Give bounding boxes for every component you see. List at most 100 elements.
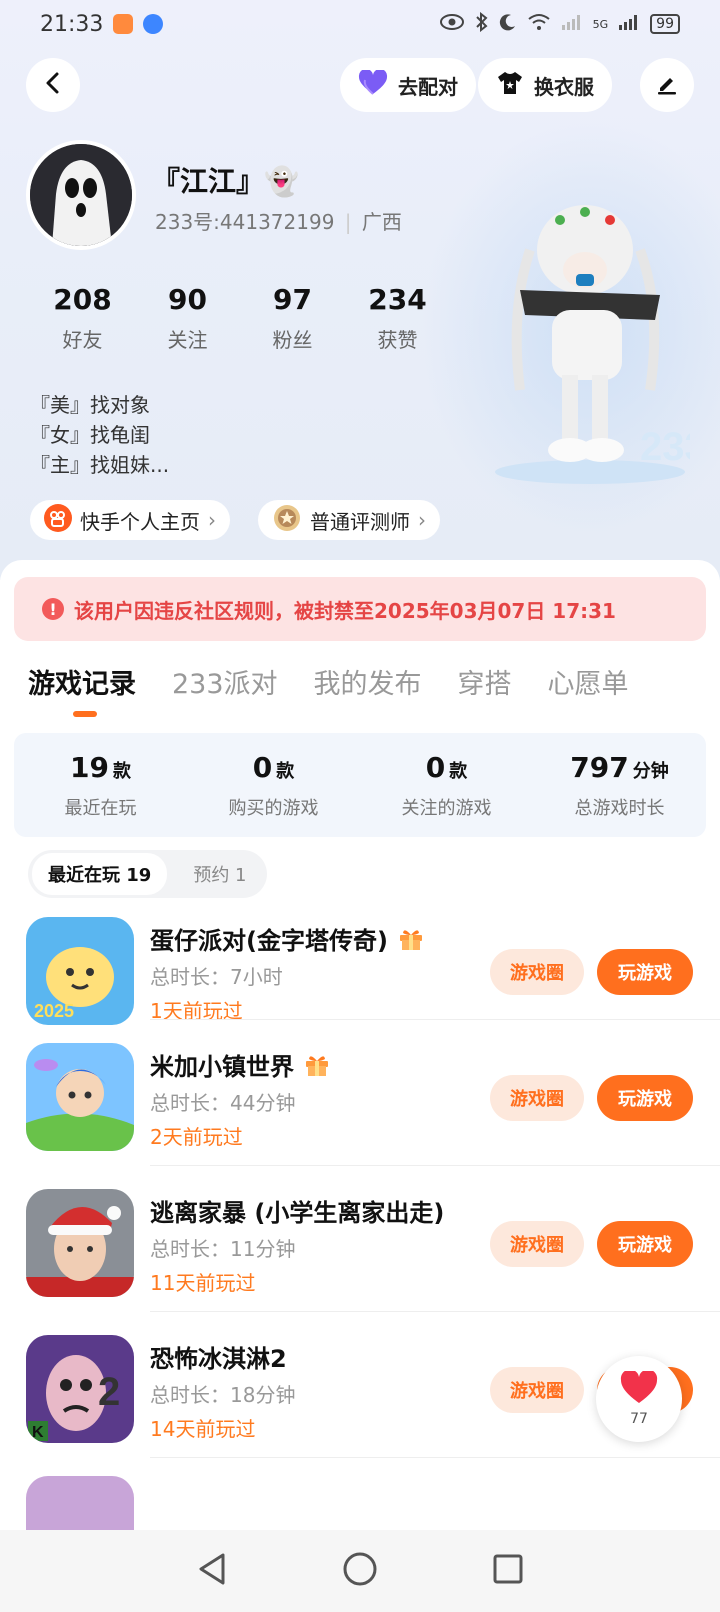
summary-value: 0 [252, 750, 273, 784]
stat-fans[interactable]: 97 粉丝 [240, 283, 345, 353]
status-bar: 21:33 5G 99 [0, 0, 720, 48]
game-summary: 19 款 最近在玩 0款 购买的游戏 0款 关注的游戏 797 分钟 总游戏时长 [14, 733, 706, 837]
change-outfit-label: 换衣服 [534, 74, 594, 99]
summary-followed[interactable]: 0款 关注的游戏 [360, 751, 533, 820]
nav-back-icon[interactable] [197, 1552, 227, 1590]
avatar[interactable] [26, 140, 136, 250]
active-tab-indicator [73, 711, 97, 717]
svg-text:233: 233 [640, 425, 690, 469]
game-circle-button[interactable]: 游戏圈 [490, 949, 584, 995]
kuaishou-profile-link[interactable]: 快手个人主页 › [30, 500, 230, 540]
summary-value: 0 [425, 750, 446, 784]
nav-home-icon[interactable] [343, 1552, 377, 1590]
reviewer-badge-link[interactable]: 普通评测师 › [258, 500, 440, 540]
stat-label: 关注 [167, 328, 208, 352]
signal-icon [561, 13, 583, 36]
tab-outfits[interactable]: 穿搭 [458, 662, 512, 701]
change-outfit-button[interactable]: 换衣服 [478, 58, 612, 112]
network-type: 5G [592, 17, 609, 31]
stat-following[interactable]: 90 关注 [135, 283, 240, 353]
list-item[interactable]: 逃离家暴 (小学生离家出走) 总时长：11分钟 11天前玩过 游戏圈 玩游戏 [0, 1165, 720, 1315]
notification-app-icon [143, 14, 164, 34]
game-title-row: 逃离家暴 (小学生离家出走) [150, 1193, 444, 1228]
tab-wishlist[interactable]: 心愿单 [548, 662, 629, 701]
uid-region-line: 233号:441372199 | 广西 [155, 206, 402, 235]
game-circle-button[interactable]: 游戏圈 [490, 1367, 584, 1413]
avatar-character[interactable]: 233 [490, 190, 707, 490]
game-duration: 总时长：44分钟 [150, 1091, 296, 1115]
alert-icon: ! [42, 598, 64, 620]
play-game-button[interactable]: 玩游戏 [597, 1221, 693, 1267]
signal-icon [618, 13, 640, 36]
profile-stats: 208 好友 90 关注 97 粉丝 234 获赞 [30, 283, 450, 353]
notification-app-icon [113, 14, 134, 34]
kuaishou-link-label: 快手个人主页 [80, 509, 200, 534]
stat-friends[interactable]: 208 好友 [30, 283, 135, 353]
summary-unit: 款 [276, 760, 295, 782]
game-last-played: 11天前玩过 [150, 1271, 256, 1295]
reviewer-medal-icon [272, 503, 302, 538]
filter-reserved[interactable]: 预约 1 [177, 853, 262, 895]
game-title-row: 蛋仔派对(金字塔传奇) [150, 921, 424, 956]
game-filter: 最近在玩 19 预约 1 [28, 850, 267, 898]
game-icon [26, 1043, 134, 1151]
battery-indicator: 99 [650, 14, 680, 34]
nav-recents-icon[interactable] [493, 1554, 523, 1588]
game-last-played: 14天前玩过 [150, 1417, 256, 1441]
summary-purchased[interactable]: 0款 购买的游戏 [187, 751, 360, 820]
filter-recent[interactable]: 最近在玩 19 [32, 853, 168, 895]
ban-notice: ! 该用户因违反社区规则，被封禁至2025年03月07日 17:31 [14, 577, 706, 641]
summary-playtime[interactable]: 797 分钟 总游戏时长 [533, 751, 706, 820]
stat-value: 97 [273, 283, 312, 316]
clock: 21:33 [40, 11, 104, 37]
play-game-button[interactable]: 玩游戏 [597, 1075, 693, 1121]
tab-233-party[interactable]: 233派对 [172, 662, 278, 701]
summary-unit: 款 [112, 760, 131, 782]
gift-icon [304, 1053, 330, 1077]
game-icon [26, 1476, 134, 1530]
game-title: 恐怖冰淇淋2 [150, 1345, 287, 1373]
bio-line: 『女』找龟闺 [30, 423, 150, 447]
summary-recent[interactable]: 19 款 最近在玩 [14, 751, 187, 820]
stat-label: 获赞 [377, 328, 418, 352]
edit-profile-button[interactable] [640, 58, 694, 112]
kuaishou-icon [44, 503, 72, 537]
reviewer-badge-label: 普通评测师 [310, 509, 410, 534]
tab-my-posts[interactable]: 我的发布 [314, 662, 422, 701]
stat-likes[interactable]: 234 获赞 [345, 283, 450, 353]
wifi-icon [527, 13, 551, 36]
game-duration: 总时长：18分钟 [150, 1383, 296, 1407]
svg-text:K: K [32, 1424, 44, 1441]
ban-notice-text: 该用户因违反社区规则，被封禁至2025年03月07日 17:31 [74, 598, 616, 623]
game-duration: 总时长：11分钟 [150, 1237, 296, 1261]
stat-value: 208 [53, 283, 112, 316]
match-button[interactable]: 去配对 [340, 58, 476, 112]
divider: | [344, 210, 352, 234]
back-button[interactable] [26, 58, 80, 112]
game-circle-button[interactable]: 游戏圈 [490, 1221, 584, 1267]
svg-text:2025: 2025 [34, 1001, 74, 1021]
summary-label: 关注的游戏 [401, 797, 492, 819]
ghost-avatar-icon [30, 144, 132, 246]
eye-icon [439, 13, 465, 36]
heart-icon [358, 68, 388, 101]
list-item[interactable]: 米加小镇世界 总时长：44分钟 2天前玩过 游戏圈 玩游戏 [0, 1019, 720, 1169]
stat-value: 234 [368, 283, 427, 316]
chevron-right-icon: › [208, 508, 216, 532]
summary-unit: 分钟 [632, 760, 669, 782]
stat-label: 好友 [62, 328, 103, 352]
heart-icon [620, 1369, 658, 1409]
svg-text:2: 2 [98, 1370, 120, 1414]
like-button[interactable]: 77 [596, 1356, 682, 1442]
divider [150, 1457, 720, 1458]
tab-game-records[interactable]: 游戏记录 [28, 662, 136, 701]
chevron-right-icon: › [418, 508, 426, 532]
game-title-row: 恐怖冰淇淋2 [150, 1339, 287, 1374]
match-label: 去配对 [398, 74, 458, 99]
game-circle-button[interactable]: 游戏圈 [490, 1075, 584, 1121]
play-game-button[interactable]: 玩游戏 [597, 949, 693, 995]
game-duration: 总时长：7小时 [150, 965, 283, 989]
game-icon: 2025 [26, 917, 134, 1025]
pencil-icon [655, 71, 679, 99]
nickname: 『江江』👻 [152, 165, 299, 198]
